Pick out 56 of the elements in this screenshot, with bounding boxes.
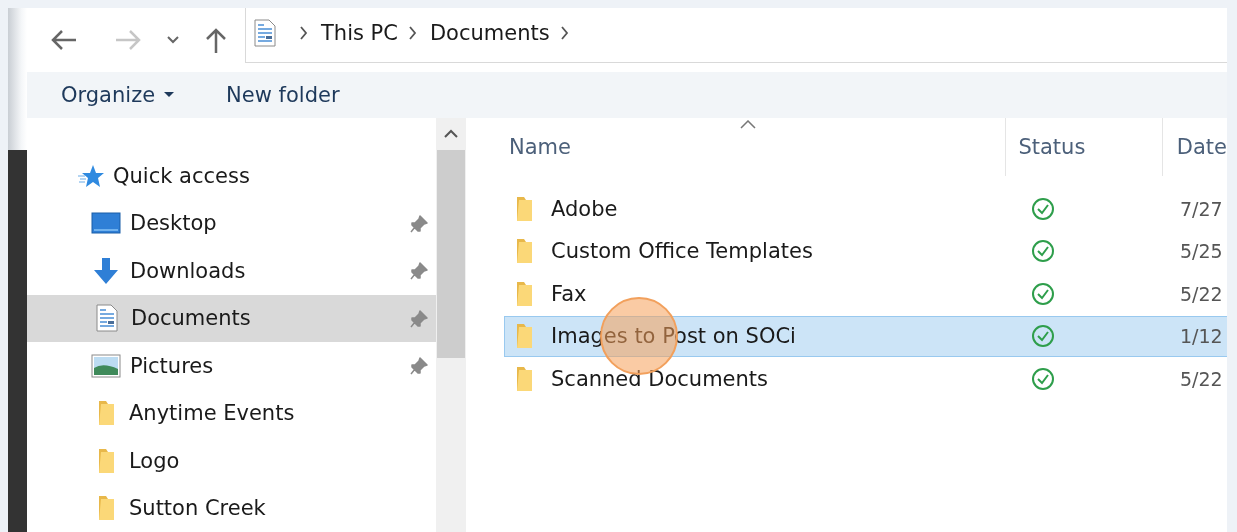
chevron-icon[interactable] [559, 24, 570, 41]
document-icon [254, 18, 276, 47]
star-icon [78, 163, 104, 188]
monitor-icon [91, 212, 121, 235]
sidebar-item[interactable]: Quick access [27, 152, 436, 200]
sidebar-item[interactable]: Pictures [27, 342, 436, 390]
column-header[interactable]: Name [470, 118, 1007, 176]
pin-icon[interactable] [410, 262, 428, 280]
scroll-thumb[interactable] [437, 150, 465, 358]
folder-icon [514, 364, 534, 393]
file-name: Adobe [551, 196, 618, 221]
back-button[interactable] [50, 27, 78, 52]
file-name: Fax [551, 281, 587, 306]
up-button[interactable] [205, 26, 227, 53]
sidebar-item[interactable]: Anytime Events [27, 389, 436, 437]
file-row[interactable]: Custom Office Templates 5/25 [504, 230, 1227, 272]
file-name: Custom Office Templates [551, 239, 813, 263]
sidebar-item[interactable]: Logo [27, 437, 436, 485]
pin-icon[interactable] [410, 357, 428, 375]
date-text: 5/22 [1180, 282, 1223, 305]
address-bar[interactable]: This PC Documents [245, 8, 1227, 63]
folder-icon [514, 237, 534, 265]
folder-icon [96, 446, 116, 475]
sidebar-item[interactable]: Documents [27, 294, 436, 342]
file-row[interactable]: Scanned Documents 5/22 [504, 358, 1227, 399]
picture-icon [91, 353, 121, 378]
chevron-icon[interactable] [299, 24, 309, 41]
date-text: 1/12 [1180, 325, 1223, 347]
scrollbar[interactable] [436, 118, 466, 532]
date-text: 5/25 [1180, 240, 1223, 262]
file-row[interactable]: Fax 5/22 [504, 273, 1227, 314]
column-header[interactable]: Status [1006, 118, 1163, 176]
breadcrumb[interactable]: This PC [321, 20, 398, 45]
date-text: 5/22 [1180, 367, 1223, 390]
sidebar-item[interactable]: Downloads [27, 247, 436, 295]
sort-caret-icon [739, 120, 756, 129]
scroll-up-icon[interactable] [443, 129, 459, 139]
new-folder-button[interactable]: New folder [226, 82, 340, 107]
sidebar-item[interactable]: Sutton Creek [27, 484, 436, 532]
folder-icon [96, 399, 116, 428]
document-icon [96, 304, 118, 333]
folder-icon [96, 494, 116, 523]
date-text: 7/27 [1180, 197, 1223, 220]
file-name: Scanned Documents [551, 366, 769, 391]
column-header[interactable]: Date [1162, 118, 1227, 176]
folder-icon [514, 194, 534, 223]
pin-icon[interactable] [410, 214, 428, 233]
folder-icon [514, 322, 534, 350]
recent-locations-icon[interactable] [166, 35, 180, 45]
organize-menu[interactable]: Organize [61, 82, 175, 107]
folder-icon [514, 279, 534, 308]
chevron-icon[interactable] [407, 24, 418, 41]
file-row[interactable]: Adobe 7/27 [504, 188, 1227, 229]
sidebar-item[interactable]: Desktop [27, 199, 436, 247]
breadcrumb[interactable]: Documents [429, 20, 550, 45]
down-arrow-icon [91, 256, 121, 285]
